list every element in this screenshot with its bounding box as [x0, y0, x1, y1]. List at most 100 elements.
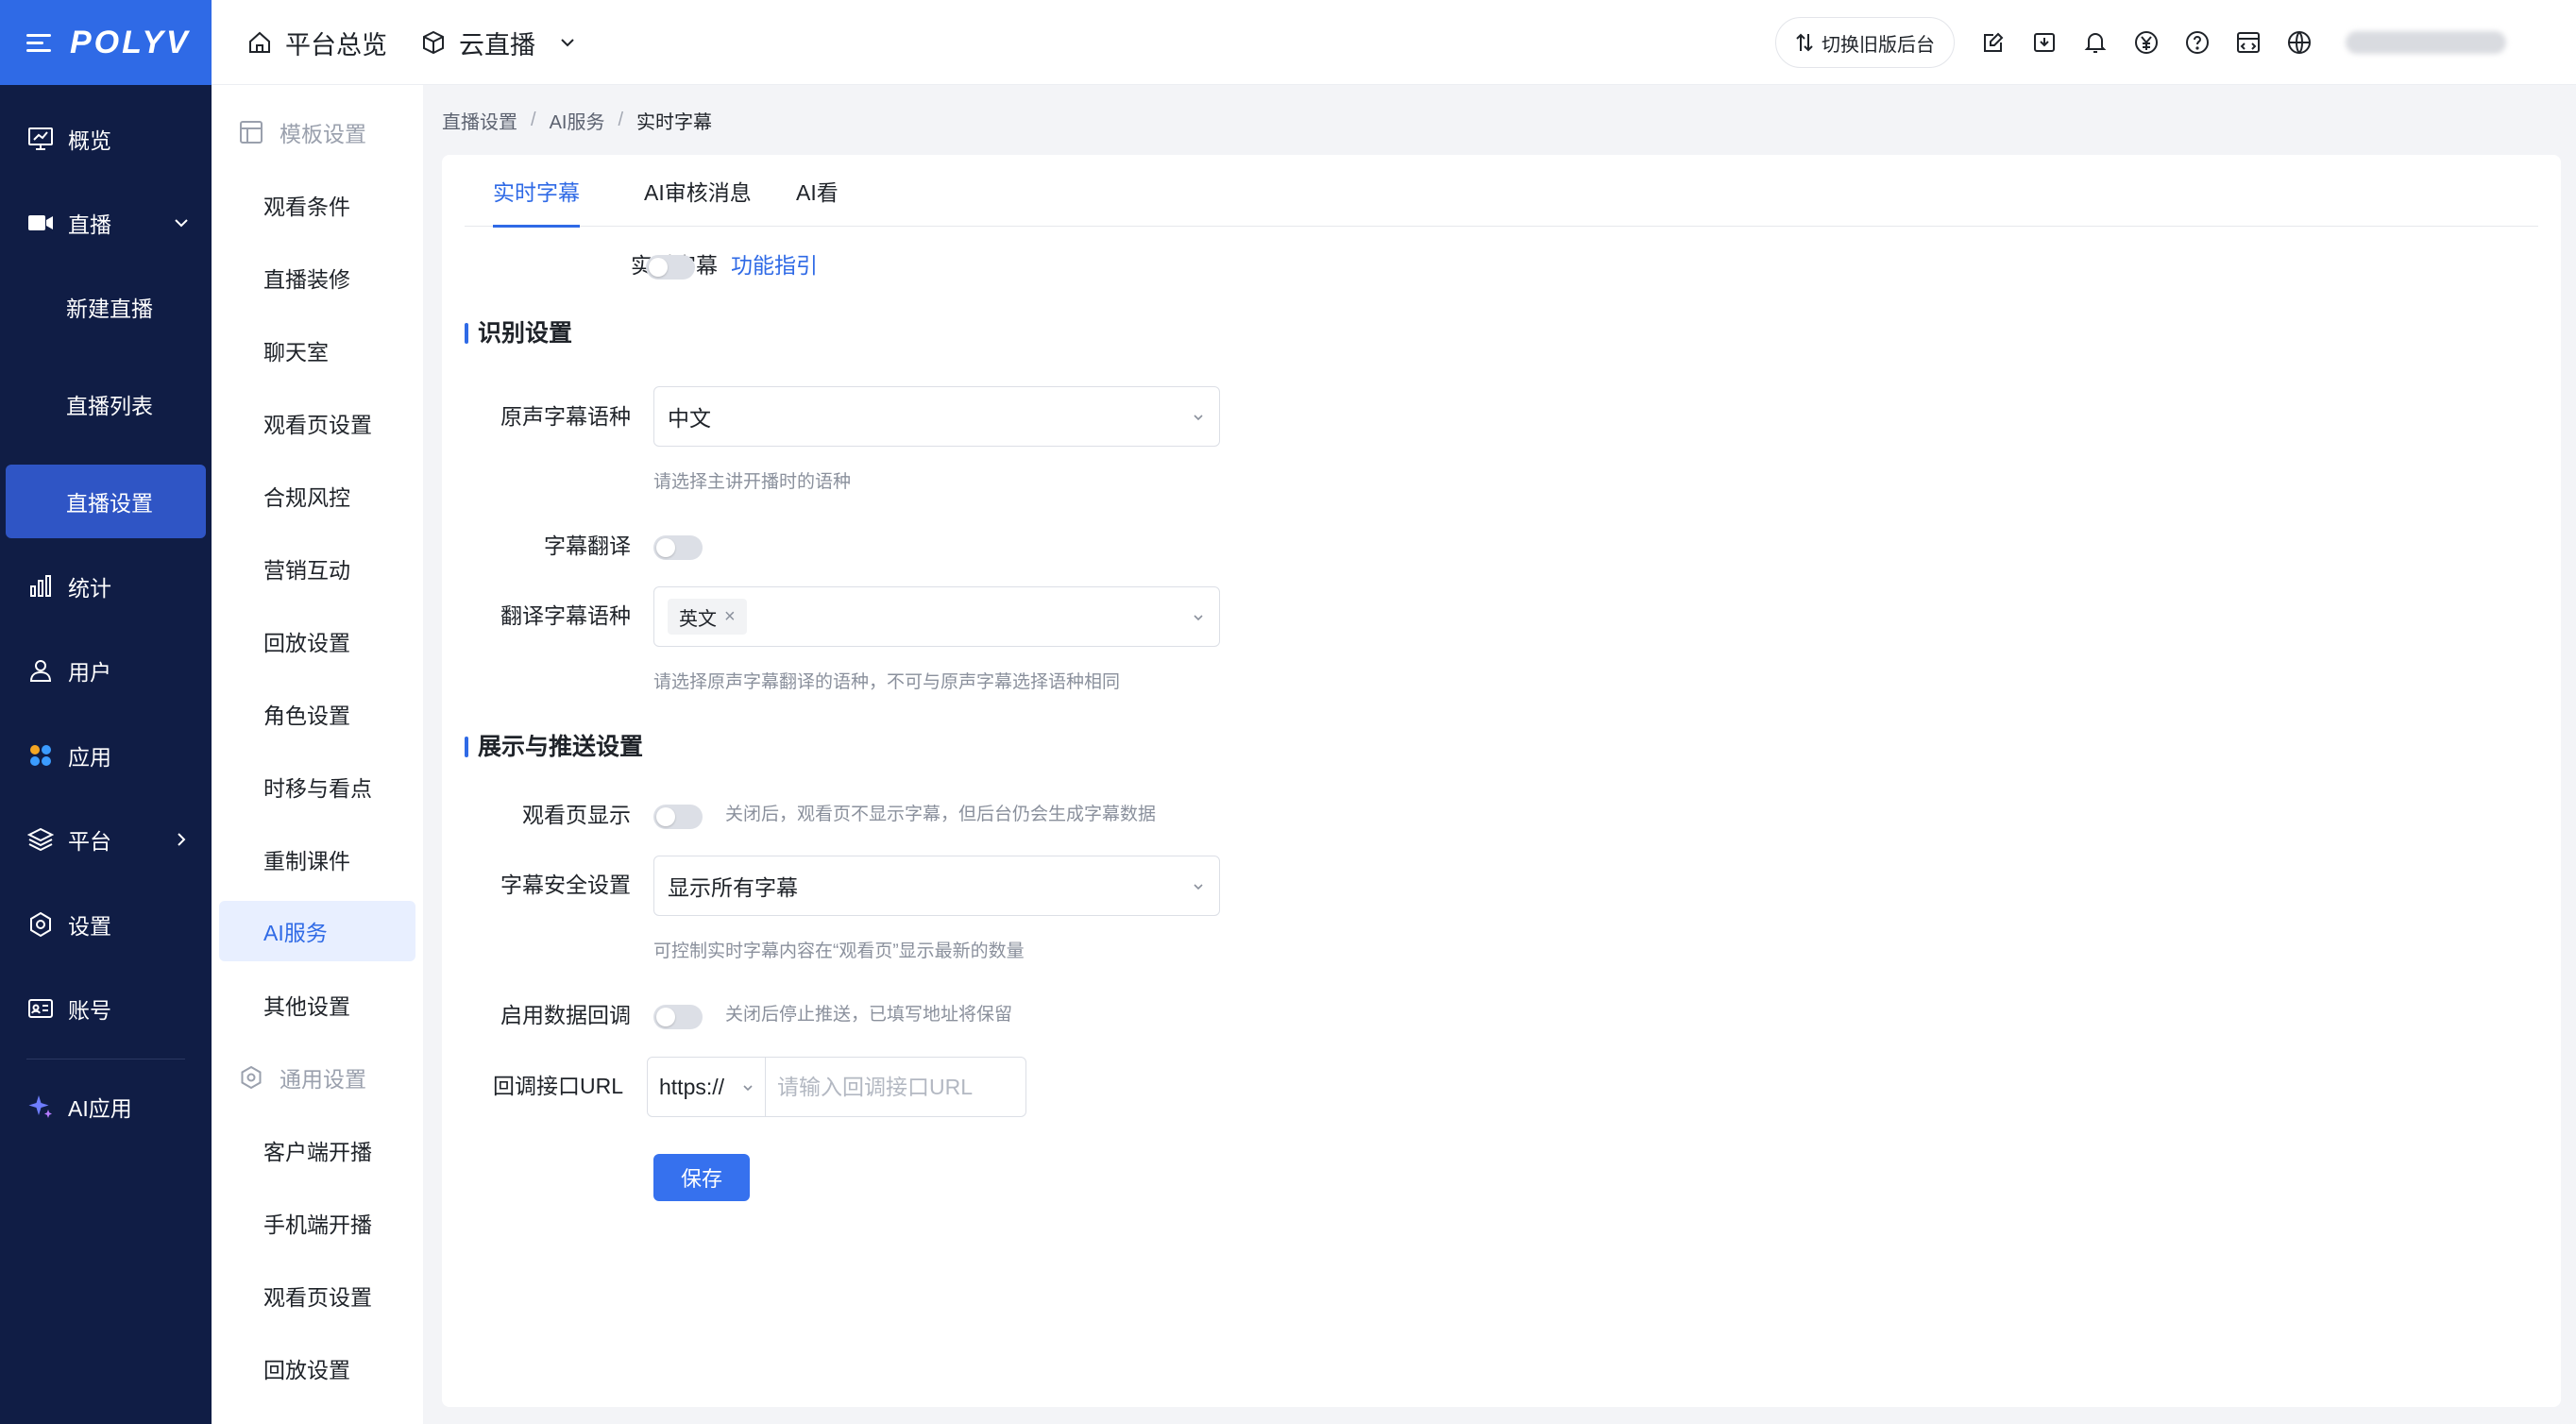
submenu-item[interactable]: 回放设置: [212, 613, 423, 670]
data-callback-label: 启用数据回调: [500, 1003, 631, 1027]
submenu-item[interactable]: 观看页设置: [212, 395, 423, 451]
subtitle-translate-toggle[interactable]: [653, 535, 703, 560]
breadcrumb-item[interactable]: 直播设置: [442, 107, 517, 134]
bar-chart-icon: [26, 572, 55, 601]
nav-item-apps[interactable]: 应用: [0, 719, 212, 792]
yuan-icon[interactable]: [2132, 28, 2161, 57]
nav-item-live[interactable]: 直播: [0, 186, 212, 260]
hexagon-gear-icon: [241, 1065, 262, 1090]
nav-item-settings[interactable]: 设置: [0, 888, 212, 961]
switch-old-version-button[interactable]: 切换旧版后台: [1775, 17, 1955, 68]
main-nav: POLYV 概览 直播 新建直播 直播列表 直播设置 统计 用户 应用 平台 设…: [0, 0, 212, 1424]
nav-divider: [26, 1059, 185, 1060]
nav-item-ai-apps[interactable]: AI应用: [0, 1070, 212, 1144]
feature-guide-link[interactable]: 功能指引: [731, 249, 818, 281]
download-icon[interactable]: [2030, 28, 2059, 57]
sparkle-icon: [26, 1093, 55, 1121]
section-recognition: 识别设置: [465, 317, 572, 349]
submenu-item[interactable]: 直播装修: [212, 249, 423, 306]
watch-page-display-hint: 关闭后，观看页不显示字幕，但后台仍会生成字幕数据: [725, 805, 1157, 824]
data-callback-toggle[interactable]: [653, 1005, 703, 1029]
cloud-live-dropdown[interactable]: 云直播: [421, 0, 579, 85]
callback-url-input[interactable]: [766, 1057, 1026, 1117]
submenu-item[interactable]: 重制课件: [212, 831, 423, 888]
submenu-item[interactable]: 其他设置: [212, 976, 423, 1033]
help-icon[interactable]: [2183, 28, 2212, 57]
home-icon: [249, 31, 270, 53]
submenu-item-ai-service[interactable]: AI服务: [219, 901, 415, 961]
submenu-group-general: 通用设置: [212, 1049, 423, 1106]
user-icon: [26, 656, 55, 685]
callback-url-label: 回调接口URL: [492, 1074, 623, 1098]
realtime-subtitle-toggle[interactable]: [646, 255, 695, 280]
chevron-down-icon: [1194, 615, 1203, 621]
chevron-down-icon: [175, 219, 188, 228]
data-callback-hint: 关闭后停止推送，已填写地址将保留: [725, 1005, 1013, 1025]
breadcrumb-item[interactable]: AI服务: [550, 107, 605, 134]
subtitle-safety-label: 字幕安全设置: [500, 873, 631, 897]
platform-overview-link[interactable]: 平台总览: [247, 0, 387, 85]
subtitle-translate-label: 字幕翻译: [544, 534, 631, 558]
submenu-item[interactable]: 角色设置: [212, 686, 423, 742]
nav-item-overview[interactable]: 概览: [0, 102, 212, 176]
language-tag: 英文 ×: [668, 599, 747, 635]
submenu-item[interactable]: 营销互动: [212, 540, 423, 597]
close-icon[interactable]: ×: [724, 606, 736, 628]
chevron-down-icon: [1194, 884, 1203, 890]
secondary-menu: 模板设置 观看条件 直播装修 聊天室 观看页设置 合规风控 营销互动 回放设置 …: [212, 85, 423, 1424]
submenu-item[interactable]: 聊天室: [212, 322, 423, 379]
video-camera-icon: [26, 209, 55, 237]
translate-language-label: 翻译字幕语种: [500, 603, 631, 628]
submenu-item[interactable]: 手机端开播: [212, 1195, 423, 1251]
translate-language-select[interactable]: 英文 ×: [653, 586, 1220, 647]
section-display-push: 展示与推送设置: [465, 731, 643, 763]
source-language-select[interactable]: 中文: [653, 386, 1220, 447]
submenu-item[interactable]: 合规风控: [212, 467, 423, 524]
code-window-icon[interactable]: [2234, 28, 2262, 57]
submenu-item[interactable]: 观看页设置: [212, 1267, 423, 1324]
tab-realtime-subtitle[interactable]: 实时字幕: [493, 155, 580, 228]
nav-sub-live-list[interactable]: 直播列表: [0, 367, 212, 441]
breadcrumb-current: 实时字幕: [636, 111, 713, 133]
edit-icon[interactable]: [1979, 28, 2008, 57]
cube-icon: [423, 30, 444, 55]
nav-item-stats[interactable]: 统计: [0, 550, 212, 623]
submenu-item[interactable]: 客户端开播: [212, 1122, 423, 1178]
chevron-right-icon: [178, 833, 186, 846]
tab-bar: 实时字幕 AI审核消息 AI看: [465, 155, 2538, 228]
chevron-down-icon: [743, 1085, 753, 1092]
nav-sub-live-settings[interactable]: 直播设置: [6, 465, 206, 538]
top-bar: 平台总览 云直播 切换旧版后台: [212, 0, 2576, 85]
globe-icon[interactable]: [2285, 28, 2313, 57]
apps-icon: [26, 741, 55, 770]
nav-item-users[interactable]: 用户: [0, 634, 212, 707]
user-account-menu[interactable]: [2346, 31, 2506, 54]
submenu-item[interactable]: 时移与看点: [212, 758, 423, 815]
subtitle-safety-select[interactable]: 显示所有字幕: [653, 856, 1220, 916]
url-protocol-select[interactable]: https://: [647, 1057, 766, 1117]
id-card-icon: [26, 994, 55, 1023]
layout-icon: [240, 121, 263, 144]
subtitle-safety-hint: 可控制实时字幕内容在“观看页”显示最新的数量: [653, 941, 1025, 961]
source-language-hint: 请选择主讲开播时的语种: [653, 472, 852, 492]
tab-ai-review-message[interactable]: AI审核消息: [644, 155, 752, 227]
watch-page-display-toggle[interactable]: [653, 805, 703, 829]
submenu-item[interactable]: 回放设置: [212, 1340, 423, 1397]
watch-page-display-label: 观看页显示: [522, 803, 631, 827]
gear-icon: [26, 910, 55, 939]
nav-item-account[interactable]: 账号: [0, 972, 212, 1045]
bell-icon[interactable]: [2081, 28, 2110, 57]
source-language-label: 原声字幕语种: [500, 404, 631, 429]
submenu-group-template: 模板设置: [212, 104, 423, 161]
translate-language-hint: 请选择原声字幕翻译的语种，不可与原声字幕选择语种相同: [653, 672, 1121, 692]
save-button[interactable]: 保存: [653, 1154, 750, 1201]
menu-icon[interactable]: [26, 33, 51, 52]
logo: POLYV: [70, 24, 191, 60]
tab-ai-watch[interactable]: AI看: [796, 155, 839, 227]
layers-icon: [26, 825, 55, 854]
submenu-item[interactable]: 观看条件: [212, 177, 423, 233]
nav-sub-new-live[interactable]: 新建直播: [0, 270, 212, 344]
content-card: 实时字幕 AI审核消息 AI看 实时字幕 功能指引 识别设置 原声字幕语种 中文…: [442, 155, 2561, 1407]
nav-item-platform[interactable]: 平台: [0, 803, 212, 876]
chevron-down-icon: [1194, 415, 1203, 421]
